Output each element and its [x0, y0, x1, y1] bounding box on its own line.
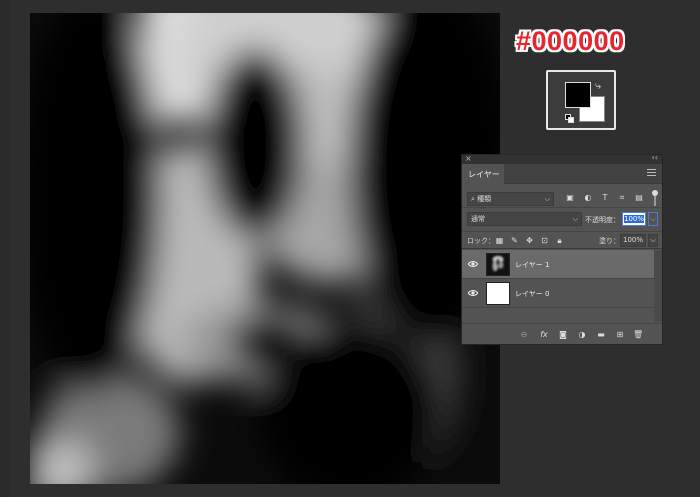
layers-bottom-bar: ⊖ fx ◙ ◑ ▬ ⊞ 🗑︎: [462, 323, 662, 344]
panel-tab-row: レイヤー: [462, 164, 662, 184]
layer-list: レイヤー 1 レイヤー 0: [462, 250, 654, 322]
chevron-down-icon: ⌵: [544, 195, 550, 203]
lock-artboard-icon[interactable]: ⊡: [540, 236, 549, 245]
shape-filter-icon[interactable]: ⌗: [617, 193, 627, 203]
opacity-input[interactable]: 100%: [622, 212, 646, 226]
foreground-color-swatch[interactable]: [565, 82, 591, 108]
eye-icon[interactable]: [468, 260, 478, 268]
lock-position-icon[interactable]: ✥: [525, 236, 534, 245]
lock-row: ロック： ▦ ✎ ✥ ⊡ 🔒︎ 塗り： 100% ⌵: [462, 231, 662, 249]
blend-mode-select[interactable]: 通常 ⌵: [467, 212, 582, 226]
color-code-label: #000000: [516, 26, 625, 56]
layer-thumbnail: [486, 253, 510, 276]
eye-icon[interactable]: [468, 289, 478, 297]
fx-icon[interactable]: fx: [539, 330, 549, 340]
swap-colors-icon[interactable]: ⤷: [595, 79, 601, 93]
smart-object-filter-icon[interactable]: ▤: [634, 193, 644, 203]
link-layers-icon[interactable]: ⊖: [519, 330, 529, 340]
type-filter-icon[interactable]: T: [600, 193, 610, 203]
lock-all-icon[interactable]: 🔒︎: [555, 236, 564, 245]
layer-name: レイヤー 0: [515, 290, 550, 298]
layer-filter-select[interactable]: ⌕ 種類 ⌵: [467, 192, 554, 206]
document-canvas[interactable]: [30, 13, 500, 484]
lock-brush-icon[interactable]: ✎: [510, 236, 519, 245]
tab-layers[interactable]: レイヤー: [462, 164, 504, 184]
blend-mode-value: 通常: [471, 215, 485, 223]
layers-panel: × ‹‹ レイヤー ⌕ 種類 ⌵ ▣ ◐ T ⌗ ▤ 通常 ⌵ 不透明度： 10…: [461, 153, 663, 345]
filter-label: 種類: [477, 195, 492, 203]
layer-list-scrollbar[interactable]: [654, 250, 662, 322]
lock-label: ロック：: [467, 237, 495, 245]
layer-row[interactable]: レイヤー 0: [462, 279, 654, 308]
lock-transparency-icon[interactable]: ▦: [495, 236, 504, 245]
color-swatches: ⤷: [546, 70, 616, 130]
layer-thumbnail: [486, 282, 510, 305]
search-icon: ⌕: [471, 195, 475, 203]
new-layer-icon[interactable]: ⊞: [615, 330, 625, 340]
adjustment-filter-icon[interactable]: ◐: [583, 193, 593, 203]
panel-menu-icon[interactable]: [647, 169, 656, 178]
filter-row: ⌕ 種類 ⌵ ▣ ◐ T ⌗ ▤: [462, 188, 662, 208]
blend-row: 通常 ⌵ 不透明度： 100% ⌵: [462, 210, 662, 228]
opacity-value: 100%: [624, 215, 645, 223]
new-group-icon[interactable]: ▬: [596, 330, 606, 340]
blurred-image: [30, 13, 500, 484]
fill-dropdown-button[interactable]: ⌵: [648, 234, 658, 247]
trash-icon[interactable]: 🗑︎: [633, 330, 643, 340]
opacity-label: 不透明度：: [585, 216, 620, 224]
opacity-dropdown-button[interactable]: ⌵: [648, 212, 658, 226]
collapse-icon[interactable]: ‹‹: [652, 153, 658, 162]
chevron-down-icon: ⌵: [572, 215, 578, 223]
default-colors-icon[interactable]: [565, 114, 575, 124]
layer-name: レイヤー 1: [515, 261, 550, 269]
pixel-filter-icon[interactable]: ▣: [565, 193, 575, 203]
layer-row[interactable]: レイヤー 1: [462, 250, 654, 279]
adjustment-layer-icon[interactable]: ◑: [577, 330, 587, 340]
layer-mask-icon[interactable]: ◙: [558, 330, 568, 340]
panel-titlebar[interactable]: × ‹‹: [462, 153, 662, 164]
fill-input[interactable]: 100%: [620, 234, 646, 247]
fill-label: 塗り：: [599, 237, 620, 245]
close-icon[interactable]: ×: [465, 154, 472, 163]
